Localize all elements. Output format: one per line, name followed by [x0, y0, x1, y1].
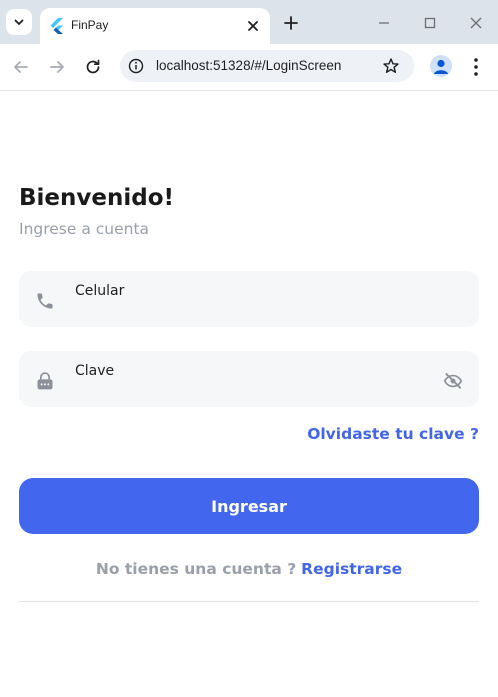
bookmark-star-icon[interactable] [382, 57, 400, 75]
login-screen: Bienvenido! Ingrese a cuenta Celular Cla… [0, 91, 498, 697]
browser-tab-finpay[interactable]: FinPay [40, 8, 270, 44]
no-account-text: No tienes una cuenta ? [95, 560, 297, 578]
maximize-window-icon[interactable] [421, 14, 439, 32]
register-link[interactable]: Registrarse [301, 560, 402, 578]
close-tab-icon[interactable] [244, 17, 262, 35]
forgot-password-link[interactable]: Olvidaste tu clave ? [307, 425, 479, 443]
chevron-down-icon [14, 19, 24, 26]
login-button[interactable]: Ingresar [19, 478, 479, 534]
url-text[interactable]: localhost:51328/#/LoginScreen [156, 58, 341, 73]
more-options-icon[interactable] [470, 56, 482, 78]
browser-tab-strip: FinPay [0, 0, 498, 44]
eye-off-icon[interactable] [443, 371, 463, 391]
tab-search-button[interactable] [6, 9, 32, 35]
phone-field-label: Celular [75, 283, 125, 299]
browser-toolbar: localhost:51328/#/LoginScreen [0, 44, 498, 91]
page-subtitle: Ingrese a cuenta [19, 220, 150, 238]
forward-arrow-icon[interactable] [47, 57, 67, 77]
page-title: Bienvenido! [19, 185, 174, 211]
back-arrow-icon[interactable] [11, 57, 31, 77]
new-tab-icon[interactable] [282, 14, 300, 32]
password-field-label: Clave [75, 363, 115, 379]
site-info-icon[interactable] [128, 58, 144, 74]
flutter-logo-icon [50, 18, 63, 34]
profile-avatar[interactable] [430, 55, 452, 77]
divider [19, 601, 479, 602]
phone-field[interactable]: Celular [19, 271, 479, 327]
phone-icon [37, 293, 53, 309]
password-field[interactable]: Clave [19, 351, 479, 407]
address-bar[interactable]: localhost:51328/#/LoginScreen [120, 50, 414, 82]
signup-prompt: No tienes una cuenta ? Registrarse [0, 560, 498, 578]
lock-icon [37, 372, 53, 390]
close-window-icon[interactable] [467, 14, 485, 32]
user-icon [434, 59, 448, 74]
reload-icon[interactable] [83, 57, 103, 77]
tab-title: FinPay [71, 18, 109, 32]
minimize-window-icon[interactable] [375, 14, 393, 32]
